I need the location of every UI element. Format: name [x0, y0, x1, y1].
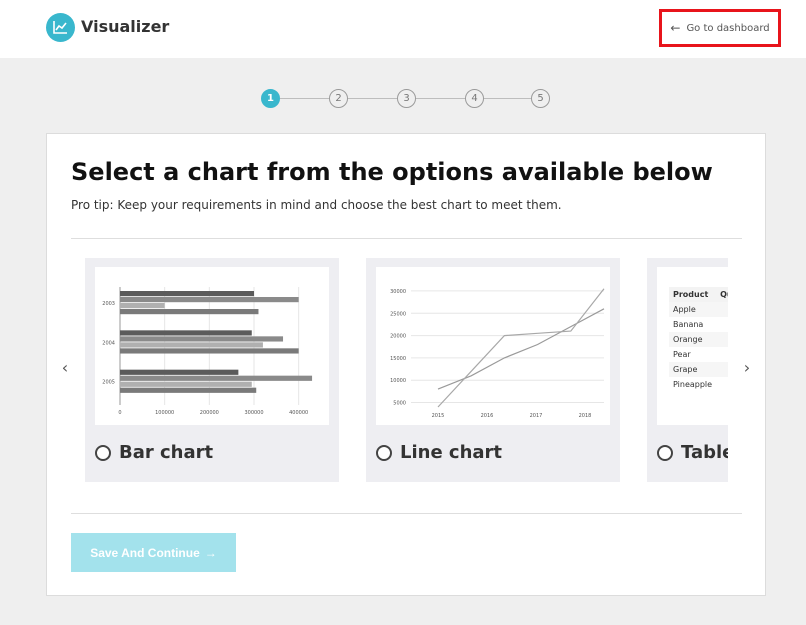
table-row: Grape	[669, 362, 728, 377]
arrow-left-icon: ←	[670, 21, 681, 35]
bar	[120, 309, 259, 315]
bar	[120, 297, 299, 303]
category-label: 2004	[102, 340, 115, 346]
table-cell: Banana	[673, 320, 704, 329]
bar-chart-preview: 0 100000 200000 300000 400000 2003 2004 2005	[95, 267, 329, 425]
bar	[120, 381, 252, 387]
option-label: Bar chart	[119, 442, 214, 463]
bar	[120, 303, 165, 309]
line-chart-preview-svg: 5000 10000 15000 20000 25000 30000 2015 2016 201…	[390, 288, 605, 419]
bar	[120, 336, 284, 342]
option-bar-chart[interactable]: 0 100000 200000 300000 400000 2003 2004 2005 Ba…	[85, 258, 339, 482]
tick-label: 5000	[393, 401, 406, 407]
pro-tip: Pro tip: Keep your requirements in mind …	[71, 198, 562, 212]
table-header: Product	[669, 287, 717, 302]
table-cell	[716, 347, 728, 362]
divider	[71, 513, 742, 514]
line-chart-preview: 5000 10000 15000 20000 25000 30000 2015 2016 201…	[376, 267, 610, 425]
bar	[120, 330, 252, 336]
radio-button[interactable]	[95, 444, 111, 461]
line-chart-radio-option[interactable]: Line chart	[376, 442, 502, 463]
stepper: 1 2 3 4 5	[261, 89, 551, 109]
series-line	[437, 288, 605, 408]
tick-label: 2018	[579, 413, 592, 419]
step-3[interactable]: 3	[397, 89, 416, 108]
app-title: Visualizer	[81, 17, 170, 36]
chevron-left-icon[interactable]: ‹	[57, 358, 73, 377]
top-bar: Visualizer ← Go to dashboard	[0, 0, 806, 58]
table-cell: Grape	[669, 362, 717, 377]
tick-label: 0	[118, 410, 121, 416]
table-header: Qua	[716, 287, 728, 302]
step-connector	[416, 98, 465, 99]
table-row: Banana	[669, 317, 728, 332]
dashboard-link-label: Go to dashboard	[686, 22, 770, 34]
arrow-right-icon: →	[204, 545, 217, 560]
tick-label: 15000	[390, 356, 406, 362]
table-row: Pear	[669, 347, 728, 362]
table-row: Apple	[669, 302, 728, 317]
line-chart-icon	[46, 13, 75, 42]
table-cell	[716, 317, 728, 332]
step-connector	[348, 98, 397, 99]
bar-chart-preview-svg: 0 100000 200000 300000 400000 2003 2004 2005	[102, 287, 313, 416]
bar	[120, 348, 299, 354]
chevron-right-icon[interactable]: ›	[739, 358, 755, 377]
tick-label: 30000	[390, 289, 406, 295]
category-label: 2003	[102, 301, 115, 307]
chart-selection-card: Select a chart from the options availabl…	[46, 133, 766, 596]
tick-label: 2016	[481, 413, 494, 419]
save-and-continue-button[interactable]: Save And Continue →	[71, 533, 236, 572]
step-5[interactable]: 5	[531, 89, 550, 108]
table-preview: Product Qua Apple Banana Orange Pear Grape Pi…	[657, 267, 728, 425]
tick-label: 2015	[432, 413, 445, 419]
tick-label: 20000	[390, 334, 406, 340]
tick-label: 300000	[244, 410, 263, 416]
step-4[interactable]: 4	[465, 89, 484, 108]
table-cell: Pear	[673, 350, 691, 359]
bar	[120, 342, 263, 348]
bar	[120, 369, 239, 375]
category-label: 2005	[102, 380, 115, 386]
table-cell: Pineapple	[673, 380, 713, 389]
chart-carousel: 0 100000 200000 300000 400000 2003 2004 2005 Ba…	[85, 258, 728, 482]
table-row: Orange	[669, 332, 728, 347]
go-to-dashboard-link[interactable]: ← Go to dashboard	[659, 9, 781, 47]
preview-table: Product Qua Apple Banana Orange Pear Grape Pi…	[669, 287, 728, 392]
tick-label: 10000	[390, 378, 406, 384]
step-connector	[280, 98, 329, 99]
bar	[120, 387, 257, 393]
tick-label: 400000	[289, 410, 308, 416]
option-label: Table	[681, 442, 728, 463]
option-line-chart[interactable]: 5000 10000 15000 20000 25000 30000 2015 2016 201…	[366, 258, 620, 482]
page-title: Select a chart from the options availabl…	[71, 158, 713, 186]
table-cell	[716, 362, 728, 377]
table-cell	[716, 377, 728, 392]
step-2[interactable]: 2	[329, 89, 348, 108]
table-cell	[716, 332, 728, 347]
option-table[interactable]: Product Qua Apple Banana Orange Pear Grape Pi…	[647, 258, 728, 482]
tick-label: 200000	[200, 410, 219, 416]
table-row: Pineapple	[669, 377, 728, 392]
option-label: Line chart	[400, 442, 503, 463]
divider	[71, 238, 742, 239]
save-button-label: Save And Continue	[90, 545, 200, 560]
tick-label: 2017	[530, 413, 543, 419]
tick-label: 25000	[390, 311, 406, 317]
tick-label: 100000	[155, 410, 174, 416]
table-cell	[716, 302, 728, 317]
radio-button[interactable]	[376, 444, 392, 461]
bar-chart-radio-option[interactable]: Bar chart	[95, 442, 213, 463]
table-cell: Orange	[669, 332, 717, 347]
step-1[interactable]: 1	[261, 89, 280, 108]
table-cell: Apple	[669, 302, 717, 317]
table-radio-option[interactable]: Table	[657, 442, 728, 463]
radio-button[interactable]	[657, 444, 673, 461]
bar	[120, 291, 254, 297]
bar	[120, 375, 313, 381]
step-connector	[484, 98, 531, 99]
